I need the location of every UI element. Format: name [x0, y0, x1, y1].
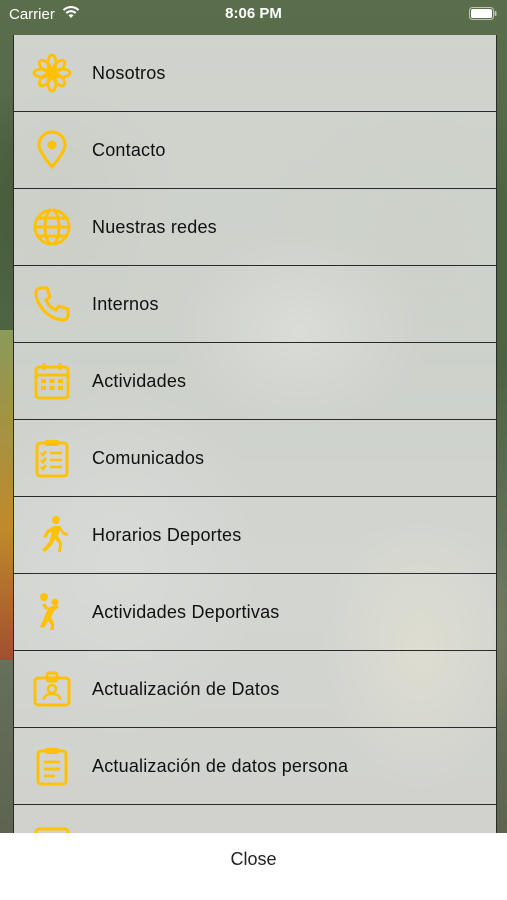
flower-icon	[32, 53, 72, 93]
globe-icon	[32, 207, 72, 247]
menu-item-label: Horarios Deportes	[92, 525, 242, 545]
menu-item-actividades-deportivas[interactable]: Actividades Deportivas	[14, 574, 496, 651]
close-bar: Close	[0, 833, 507, 900]
status-time: 8:06 PM	[225, 5, 282, 22]
menu-item-nosotros[interactable]: Nosotros	[14, 35, 496, 112]
id-card-icon	[32, 669, 72, 709]
menu-item-label: Actualización de datos persona	[92, 756, 349, 776]
menu-item-label: Comunicados	[92, 448, 205, 468]
menu-item-label: Nosotros	[92, 63, 166, 83]
menu-item-actualizacion-de-datos[interactable]: Actualización de Datos	[14, 651, 496, 728]
background-photo-edge	[0, 330, 14, 660]
battery-full-icon	[469, 7, 497, 20]
menu-list: Nosotros Contacto Nuestras redes Interno…	[14, 35, 496, 833]
clipboard-list-icon	[32, 746, 72, 786]
menu-item-horarios-deportes[interactable]: Horarios Deportes	[14, 497, 496, 574]
phone-icon	[32, 284, 72, 324]
menu-item-label: Internos	[92, 294, 159, 314]
menu-item-actividades[interactable]: Actividades	[14, 343, 496, 420]
menu-item-label: Actividades	[92, 371, 187, 391]
menu-item-contacto[interactable]: Contacto	[14, 112, 496, 189]
side-menu: Nosotros Contacto Nuestras redes Interno…	[13, 35, 497, 833]
menu-item-nuestras-redes[interactable]: Nuestras redes	[14, 189, 496, 266]
status-bar: Carrier 8:06 PM	[0, 0, 507, 30]
menu-item-internos[interactable]: Internos	[14, 266, 496, 343]
clipboard-checklist-icon	[32, 438, 72, 478]
menu-item-label: Contacto	[92, 140, 166, 160]
menu-item-actualizacion-de-datos-persona[interactable]: Actualización de datos persona	[14, 728, 496, 805]
document-icon	[32, 823, 72, 833]
volleyball-player-icon	[32, 592, 72, 632]
menu-item-label: Actualización de Datos	[92, 679, 280, 699]
calendar-icon	[32, 361, 72, 401]
menu-item-comunicados[interactable]: Comunicados	[14, 420, 496, 497]
menu-item-label: Actividades Deportivas	[92, 602, 280, 622]
running-person-icon	[32, 515, 72, 555]
menu-item-label: Nuestras redes	[92, 217, 217, 237]
map-pin-icon	[32, 130, 72, 170]
menu-item-partial[interactable]	[14, 805, 496, 833]
close-button[interactable]: Close	[0, 849, 507, 870]
